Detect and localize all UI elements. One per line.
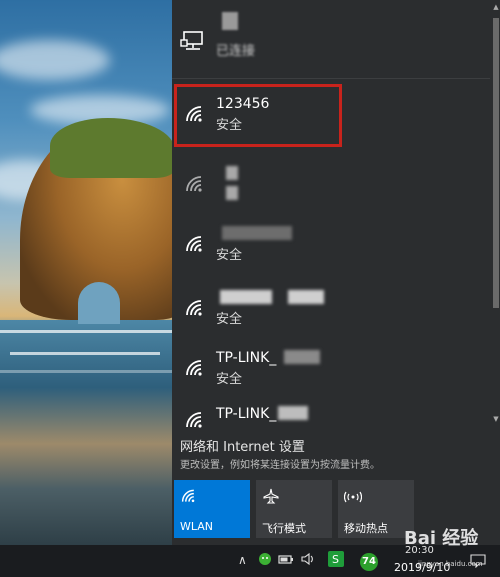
network-flyout: 已连接 123456 安全 安全 安全 TP-LINK_ 安全 TP-LINK_… [172, 0, 500, 545]
wifi-network-name: TP-LINK_ [216, 406, 277, 422]
rock-vegetation [50, 118, 175, 178]
chevron-up-icon[interactable]: ∧ [238, 553, 247, 567]
hotspot-icon [343, 488, 363, 508]
wifi-icon [184, 174, 206, 198]
tile-label: 移动热点 [344, 522, 388, 535]
connected-network[interactable]: 已连接 [172, 0, 490, 79]
scroll-down-arrow-icon[interactable]: ▼ [492, 414, 500, 424]
svg-text:S: S [332, 553, 339, 566]
redacted-name [222, 226, 292, 240]
tile-label: 飞行模式 [262, 522, 306, 535]
wifi-icon [180, 488, 198, 508]
mobile-hotspot-tile[interactable]: 移动热点 [338, 480, 414, 538]
redacted-security [226, 186, 238, 200]
scrollbar[interactable]: ▲ ▼ [492, 0, 500, 430]
scrollbar-thumb[interactable] [493, 18, 499, 308]
redacted-name [288, 290, 324, 304]
highlight-annotation [174, 84, 342, 147]
redacted-name [278, 406, 308, 420]
wifi-security-label: 安全 [216, 248, 243, 263]
connected-status: 已连接 [216, 44, 256, 59]
wifi-icon [184, 410, 206, 430]
wave [0, 370, 175, 373]
network-settings-description: 更改设置，例如将某连接设置为按流量计费。 [180, 460, 380, 471]
wave [10, 352, 160, 355]
battery-icon[interactable] [278, 551, 294, 570]
wifi-network-item[interactable] [172, 160, 490, 220]
airplane-mode-tile[interactable]: 飞行模式 [256, 480, 332, 538]
wifi-icon [184, 234, 206, 258]
redacted-name [226, 166, 238, 180]
ethernet-icon [180, 30, 206, 56]
airplane-icon [262, 488, 280, 508]
wifi-icon [184, 358, 206, 382]
redacted-name [284, 350, 320, 364]
wifi-network-item[interactable]: TP-LINK_ 安全 [172, 344, 490, 404]
connected-network-name-redacted [222, 12, 238, 30]
wifi-network-name: TP-LINK_ [216, 350, 277, 366]
wechat-tray-icon[interactable] [258, 551, 272, 570]
wifi-network-item[interactable]: 安全 [172, 220, 490, 280]
volume-icon[interactable] [300, 551, 316, 570]
network-settings-link[interactable]: 网络和 Internet 设置 [180, 436, 305, 455]
wifi-security-label: 安全 [216, 312, 243, 327]
wifi-network-item[interactable]: TP-LINK_ [172, 400, 490, 430]
clock-time[interactable]: 20:30 [405, 545, 434, 556]
tile-label: WLAN [180, 520, 214, 533]
wlan-toggle-tile[interactable]: WLAN [174, 480, 250, 538]
input-method-icon[interactable]: S [328, 551, 344, 571]
redacted-name [220, 290, 272, 304]
rock-arch [78, 282, 120, 324]
scroll-up-arrow-icon[interactable]: ▲ [492, 2, 500, 12]
cloud [0, 40, 110, 80]
desktop-wallpaper [0, 0, 175, 545]
wifi-network-item[interactable]: 安全 [172, 284, 490, 344]
notification-badge[interactable]: 74 [360, 553, 378, 571]
wifi-icon [184, 298, 206, 322]
wave [0, 330, 175, 333]
wifi-security-label: 安全 [216, 372, 243, 387]
watermark-url: jingyan.baidu.com [418, 560, 483, 568]
